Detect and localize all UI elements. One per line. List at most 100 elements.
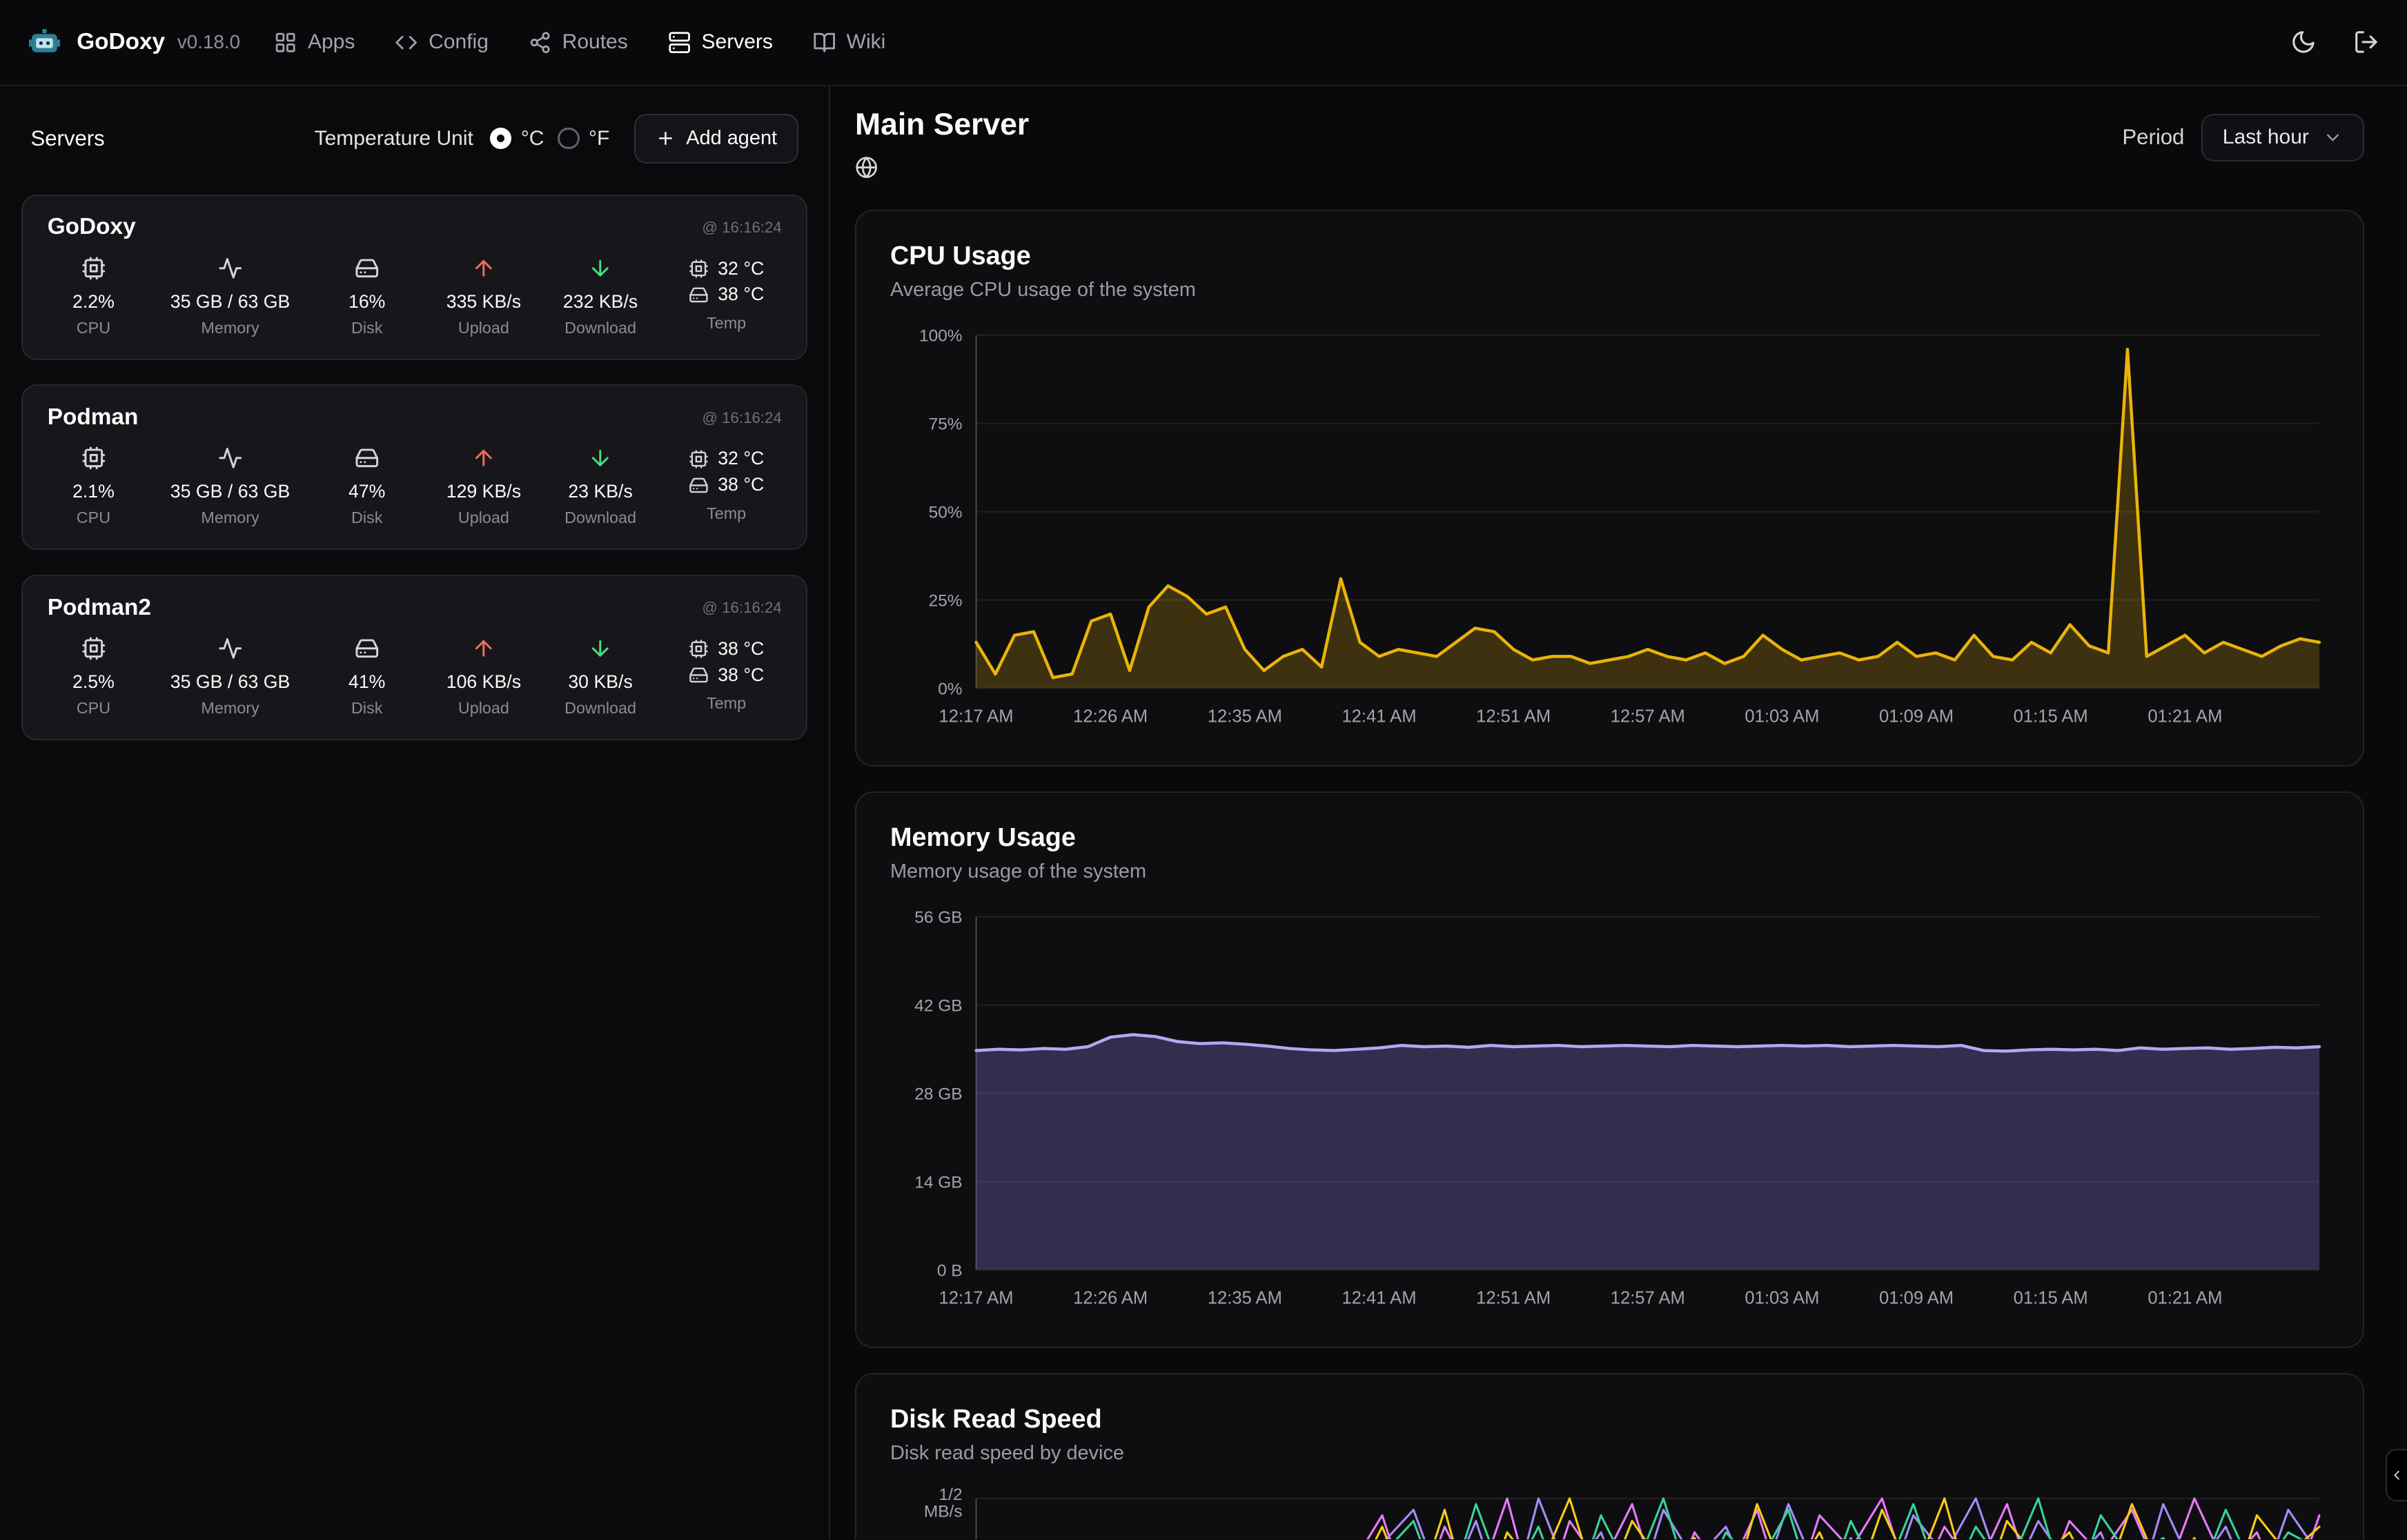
hard-drive-icon [355,256,380,281]
server-card-godoxy[interactable]: GoDoxy @ 16:16:24 2.2% CPU 35 GB / 63 GB… [21,195,807,360]
cpu-temp-icon [689,639,709,659]
hard-drive-icon [355,636,380,661]
upload-label: Upload [458,319,509,337]
svg-text:75%: 75% [929,415,963,434]
svg-text:01:21 AM: 01:21 AM [2148,1289,2222,1308]
nav-item-wiki[interactable]: Wiki [813,30,886,54]
servers-panel-header: Servers Temperature Unit °C °F Add agent [21,108,807,164]
cpu-temp-value: 32 °C [718,256,764,282]
nav-label: Config [429,30,489,54]
nav-item-servers[interactable]: Servers [668,30,773,54]
server-stats: 2.1% CPU 35 GB / 63 GB Memory 47% Disk 1… [48,446,782,527]
server-stats: 2.5% CPU 35 GB / 63 GB Memory 41% Disk 1… [48,636,782,718]
cpu-stat: 2.5% CPU [54,636,134,718]
download-stat: 30 KB/s Download [560,636,640,718]
temperature-unit-group: Temperature Unit °C °F [315,127,610,150]
chevron-down-icon [2323,128,2343,148]
svg-text:100%: 100% [919,327,963,346]
svg-text:01:03 AM: 01:03 AM [1745,1289,1819,1308]
cpu-temp-value: 38 °C [718,636,764,662]
page-title: Main Server [855,108,1029,142]
server-name: GoDoxy [48,214,136,240]
disk-stat: 16% Disk [327,256,407,337]
nav-item-routes[interactable]: Routes [529,30,628,54]
chart-title: CPU Usage [890,241,2329,271]
celsius-radio[interactable]: °C [490,127,544,150]
temp-stat: 32 °C 38 °C Temp [677,256,775,333]
nav-item-apps[interactable]: Apps [274,30,355,54]
svg-text:12:17 AM: 12:17 AM [939,1289,1014,1308]
cpu-temp-icon [689,449,709,469]
globe-icon[interactable] [855,156,878,179]
chart-subtitle: Memory usage of the system [890,860,2329,883]
disk-value: 16% [348,291,385,313]
download-label: Download [564,509,636,527]
server-timestamp: @ 16:16:24 [702,219,781,237]
disk-label: Disk [351,509,382,527]
radio-selected-icon [490,128,511,149]
download-arrow-icon [588,256,613,281]
memory-value: 35 GB / 63 GB [170,481,291,502]
celsius-label: °C [521,127,544,150]
memory-usage-chart: 0 B14 GB28 GB42 GB56 GB12:17 AM12:26 AM1… [890,905,2329,1316]
activity-icon [218,636,243,661]
download-stat: 232 KB/s Download [560,256,640,337]
upload-arrow-icon [471,256,496,281]
cpu-icon [81,636,106,661]
brand-name: GoDoxy [77,29,165,55]
svg-text:12:17 AM: 12:17 AM [939,707,1014,727]
svg-text:12:35 AM: 12:35 AM [1208,1289,1282,1308]
server-name: Podman2 [48,595,151,621]
panel-title: Servers [30,126,104,151]
disk-stat: 47% Disk [327,446,407,527]
server-card-podman2[interactable]: Podman2 @ 16:16:24 2.5% CPU 35 GB / 63 G… [21,575,807,740]
logout-icon[interactable] [2353,29,2379,55]
cpu-label: CPU [77,509,110,527]
disk-temp-icon [689,665,709,685]
chart-title: Memory Usage [890,823,2329,853]
disk-temp-value: 38 °C [718,662,764,689]
nav-label: Servers [702,30,773,54]
server-card-podman[interactable]: Podman @ 16:16:24 2.1% CPU 35 GB / 63 GB… [21,384,807,550]
svg-text:56 GB: 56 GB [914,909,962,927]
nav-label: Routes [562,30,628,54]
cpu-usage-chart: 0%25%50%75%100%12:17 AM12:26 AM12:35 AM1… [890,323,2329,734]
svg-text:01:21 AM: 01:21 AM [2148,707,2222,727]
chart-title: Disk Read Speed [890,1405,2329,1434]
add-agent-button[interactable]: Add agent [634,114,798,164]
download-value: 23 KB/s [568,481,632,502]
add-agent-label: Add agent [686,127,777,150]
upload-stat: 129 KB/s Upload [444,446,524,527]
svg-text:12:51 AM: 12:51 AM [1476,707,1551,727]
nav-item-config[interactable]: Config [395,30,489,54]
panel-collapse-handle[interactable] [2386,1449,2407,1501]
fahrenheit-radio[interactable]: °F [558,127,609,150]
disk-temp-value: 38 °C [718,472,764,498]
upload-arrow-icon [471,446,496,471]
cpu-stat: 2.1% CPU [54,446,134,527]
svg-text:12:57 AM: 12:57 AM [1611,1289,1685,1308]
wiki-book-icon [813,31,836,54]
memory-stat: 35 GB / 63 GB Memory [170,446,291,527]
svg-text:12:26 AM: 12:26 AM [1073,707,1148,727]
svg-text:0%: 0% [938,680,962,699]
cpu-label: CPU [77,319,110,337]
period-select[interactable]: Last hour [2201,114,2364,161]
upload-value: 106 KB/s [446,671,521,693]
activity-icon [218,256,243,281]
server-timestamp: @ 16:16:24 [702,599,781,617]
nav-label: Apps [308,30,355,54]
svg-text:01:15 AM: 01:15 AM [2014,1289,2088,1308]
temp-label: Temp [707,694,746,713]
cpu-stat: 2.2% CPU [54,256,134,337]
svg-text:1/2MB/s: 1/2MB/s [924,1486,963,1521]
upload-label: Upload [458,509,509,527]
period-label: Period [2122,125,2184,150]
download-label: Download [564,319,636,337]
download-stat: 23 KB/s Download [560,446,640,527]
svg-text:42 GB: 42 GB [914,997,962,1016]
dark-mode-moon-icon[interactable] [2290,29,2317,55]
memory-value: 35 GB / 63 GB [170,671,291,693]
memory-label: Memory [201,319,259,337]
chevron-left-icon [2389,1468,2404,1483]
